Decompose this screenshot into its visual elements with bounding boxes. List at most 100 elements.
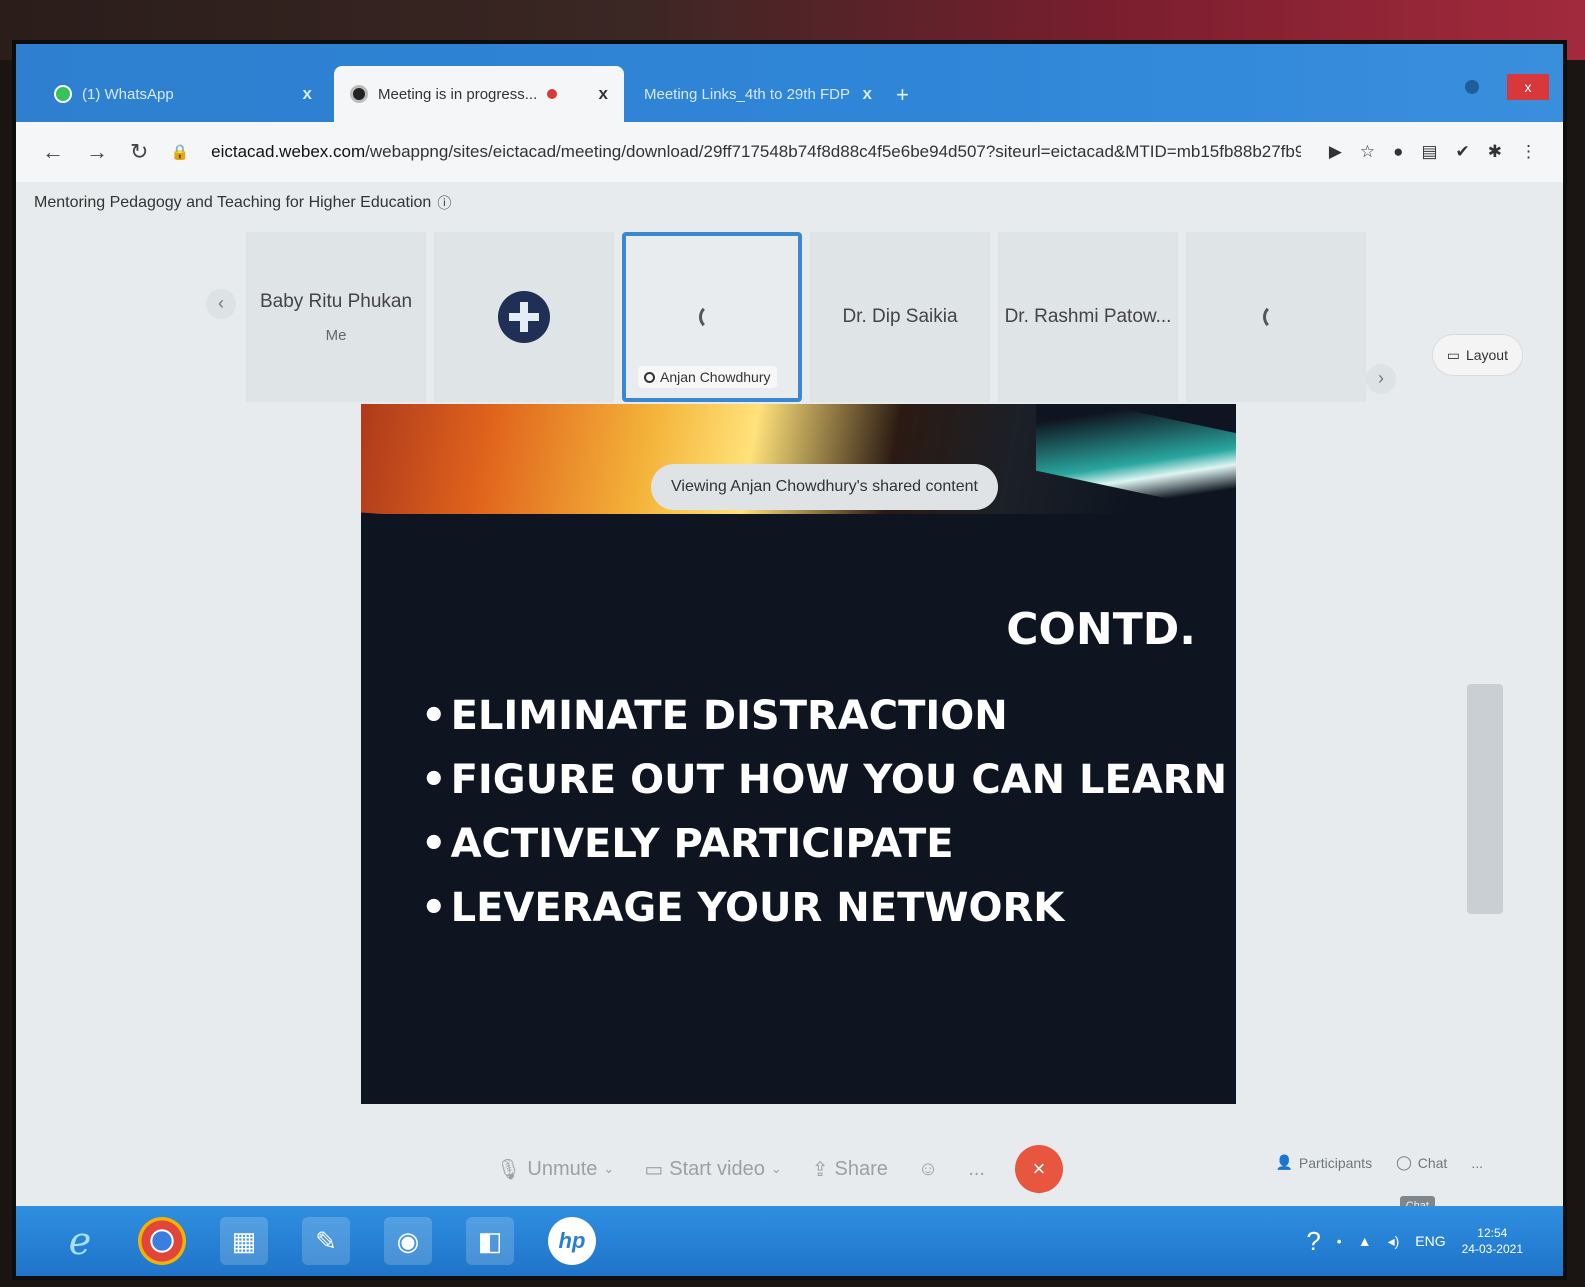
participant-tile[interactable]: Dr. Rashmi Patow... bbox=[998, 232, 1178, 402]
unmute-button[interactable]: 🎙 Unmute ⌄ bbox=[496, 1157, 614, 1182]
shared-content-slide: Viewing Anjan Chowdhury's shared content… bbox=[361, 404, 1236, 1104]
more-icon[interactable]: ... bbox=[1471, 1155, 1483, 1171]
slide-bullet: FIGURE OUT HOW YOU CAN LEARN BEST bbox=[421, 748, 1236, 812]
windows-taskbar: e ▦ ✎ ◉ ◧ hp ? • ▲ ◂) ENG 12:54 24-03-20… bbox=[16, 1206, 1563, 1276]
tab-label: Meeting is in progress... bbox=[378, 85, 538, 103]
chat-label: Chat bbox=[1417, 1154, 1448, 1171]
share-icon: ⇪ bbox=[811, 1158, 829, 1181]
slide-bullet: LEVERAGE YOUR NETWORK bbox=[421, 876, 1236, 940]
check-icon[interactable]: ✔ bbox=[1456, 142, 1470, 162]
webex-icon bbox=[350, 85, 368, 103]
slide-bullet: ACTIVELY PARTICIPATE bbox=[421, 812, 1236, 876]
more-options-button[interactable]: ... bbox=[968, 1158, 985, 1181]
video-camera-icon: ▭ bbox=[644, 1158, 664, 1181]
strip-next-button[interactable]: › bbox=[1366, 364, 1396, 394]
file-explorer-icon[interactable]: ▦ bbox=[220, 1217, 268, 1265]
monitor-screen: (1) WhatsApp x Meeting is in progress...… bbox=[12, 40, 1567, 1280]
participant-name: Anjan Chowdhury bbox=[660, 369, 771, 385]
slide-bullet: ELIMINATE DISTRACTION bbox=[421, 684, 1236, 748]
info-icon[interactable]: ⓘ bbox=[437, 193, 451, 213]
close-icon[interactable]: x bbox=[599, 84, 608, 104]
tray-expand-icon[interactable]: • bbox=[1337, 1233, 1342, 1249]
participants-label: Participants bbox=[1298, 1154, 1373, 1171]
window-close-button[interactable]: x bbox=[1507, 74, 1549, 100]
cast-icon[interactable]: ▶ bbox=[1329, 142, 1342, 162]
tab-meeting-links[interactable]: Meeting Links_4th to 29th FDP x bbox=[628, 66, 888, 122]
microphone-icon: 🎙 bbox=[496, 1158, 522, 1181]
close-icon[interactable]: x bbox=[303, 84, 312, 104]
side-controls: 👤 Participants ◯ Chat ... bbox=[1275, 1154, 1483, 1171]
language-indicator[interactable]: ENG bbox=[1415, 1233, 1445, 1249]
url-field[interactable]: eictacad.webex.com/webappng/sites/eictac… bbox=[211, 142, 1301, 162]
share-label: Share bbox=[834, 1157, 888, 1180]
meeting-title-bar: Mentoring Pedagogy and Teaching for High… bbox=[16, 182, 1563, 224]
store-app-icon[interactable]: ◧ bbox=[466, 1217, 514, 1265]
chat-button[interactable]: ◯ Chat bbox=[1396, 1154, 1447, 1171]
close-icon[interactable]: x bbox=[863, 84, 872, 104]
tab-label: Meeting Links_4th to 29th FDP bbox=[644, 85, 850, 103]
layout-label: Layout bbox=[1465, 347, 1508, 363]
tab-meeting[interactable]: Meeting is in progress... x bbox=[334, 66, 624, 122]
participant-strip: Baby Ritu Phukan Me Anjan Chowdhury Dr. … bbox=[216, 232, 1366, 402]
browser-tab-bar: (1) WhatsApp x Meeting is in progress...… bbox=[16, 44, 1563, 122]
loading-spinner-icon bbox=[1263, 304, 1289, 330]
new-tab-button[interactable]: + bbox=[896, 82, 909, 108]
webex-icon bbox=[644, 371, 655, 383]
share-button[interactable]: ⇪ Share bbox=[812, 1157, 888, 1182]
active-speaker-label: Anjan Chowdhury bbox=[638, 366, 777, 388]
side-panel-scrollbar[interactable] bbox=[1467, 684, 1503, 914]
help-icon[interactable]: ? bbox=[1306, 1226, 1320, 1257]
chevron-down-icon[interactable]: ⌄ bbox=[603, 1161, 614, 1177]
clock-date: 24-03-2021 bbox=[1461, 1242, 1523, 1256]
pen-app-icon[interactable]: ✎ bbox=[302, 1217, 350, 1265]
lock-icon: 🔒 bbox=[170, 144, 190, 161]
meeting-title: Mentoring Pedagogy and Teaching for High… bbox=[34, 194, 432, 211]
participant-sub: Me bbox=[325, 326, 347, 344]
extension-icon[interactable]: ● bbox=[1393, 142, 1403, 162]
participant-tile[interactable]: Baby Ritu Phukan Me bbox=[246, 232, 426, 402]
slide-heading: CONTD. bbox=[1006, 604, 1196, 655]
camera-app-icon[interactable]: ◉ bbox=[384, 1217, 432, 1265]
internet-explorer-icon[interactable]: e bbox=[56, 1217, 104, 1265]
volume-icon[interactable]: ◂) bbox=[1388, 1233, 1400, 1250]
back-icon[interactable]: ← bbox=[42, 139, 64, 165]
participant-tile[interactable]: Dr. Dip Saikia bbox=[810, 232, 990, 402]
network-icon[interactable]: ▲ bbox=[1358, 1233, 1372, 1249]
whatsapp-icon bbox=[54, 85, 72, 103]
star-icon[interactable]: ☆ bbox=[1360, 142, 1375, 162]
profile-icon[interactable] bbox=[1465, 80, 1479, 94]
end-meeting-button[interactable]: × bbox=[1014, 1145, 1063, 1193]
start-video-label: Start video bbox=[669, 1157, 765, 1180]
chevron-down-icon[interactable]: ⌄ bbox=[771, 1161, 782, 1177]
reload-icon[interactable]: ↻ bbox=[130, 139, 148, 165]
tab-label: (1) WhatsApp bbox=[82, 85, 174, 103]
clock[interactable]: 12:54 24-03-2021 bbox=[1462, 1225, 1523, 1257]
layout-button[interactable]: ▭ Layout bbox=[1431, 334, 1523, 376]
participant-name: Dr. Dip Saikia bbox=[842, 306, 958, 327]
extension-icons: ▶ ☆ ● ▤ ✔ ✱ ⋮ bbox=[1329, 142, 1537, 162]
meeting-controls: 🎙 Unmute ⌄ ▭ Start video ⌄ ⇪ Share ☺ ...… bbox=[496, 1139, 1063, 1199]
participant-tile[interactable] bbox=[1186, 232, 1366, 402]
menu-list-icon[interactable]: ▤ bbox=[1421, 142, 1437, 162]
clock-time: 12:54 bbox=[1477, 1226, 1508, 1240]
participant-tile-active[interactable]: Anjan Chowdhury bbox=[622, 232, 802, 402]
url-path: /webappng/sites/eictacad/meeting/downloa… bbox=[365, 142, 1302, 161]
chrome-icon[interactable] bbox=[138, 1217, 186, 1265]
loading-spinner-icon bbox=[699, 304, 725, 330]
puzzle-icon[interactable]: ✱ bbox=[1488, 142, 1502, 162]
participants-button[interactable]: 👤 Participants bbox=[1275, 1154, 1372, 1171]
chat-bubble-icon: ◯ bbox=[1396, 1154, 1412, 1170]
unmute-label: Unmute bbox=[527, 1157, 598, 1180]
hp-icon[interactable]: hp bbox=[548, 1217, 596, 1265]
avatar-logo-icon bbox=[498, 291, 550, 343]
recording-icon bbox=[547, 89, 558, 99]
tab-whatsapp[interactable]: (1) WhatsApp x bbox=[38, 66, 328, 122]
reactions-button[interactable]: ☺ bbox=[918, 1158, 938, 1181]
kebab-menu-icon[interactable]: ⋮ bbox=[1520, 142, 1537, 162]
viewing-notice: Viewing Anjan Chowdhury's shared content bbox=[651, 464, 998, 510]
participant-tile[interactable] bbox=[434, 232, 614, 402]
participant-name: Dr. Rashmi Patow... bbox=[1004, 306, 1172, 327]
start-video-button[interactable]: ▭ Start video ⌄ bbox=[644, 1157, 781, 1182]
forward-icon[interactable]: → bbox=[86, 139, 108, 165]
slide-bullets: ELIMINATE DISTRACTION FIGURE OUT HOW YOU… bbox=[421, 684, 1236, 940]
